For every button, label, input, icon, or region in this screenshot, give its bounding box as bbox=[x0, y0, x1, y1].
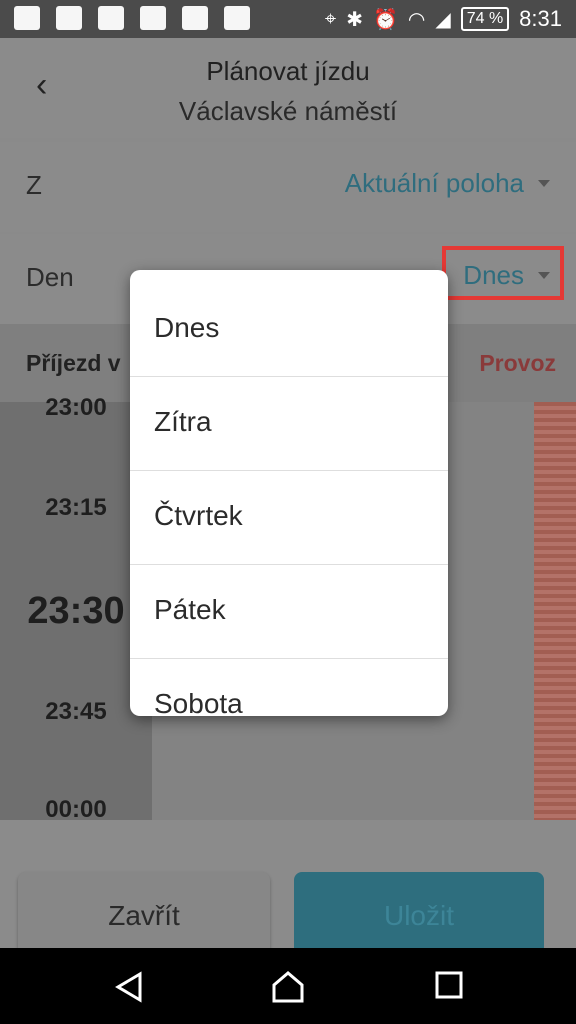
save-button[interactable]: Uložit bbox=[294, 872, 544, 960]
system-nav-bar bbox=[0, 948, 576, 1024]
system-icons: ⌖ ✱ ⏰ ◠ ◢ 74 % 8:31 bbox=[325, 6, 562, 32]
gallery-icon bbox=[140, 6, 166, 30]
dropdown-option[interactable]: Sobota bbox=[130, 658, 448, 716]
dropdown-option[interactable]: Zítra bbox=[130, 376, 448, 471]
battery-icon: 74 % bbox=[460, 7, 510, 31]
option-label: Sobota bbox=[154, 688, 243, 716]
tab-arrival[interactable]: Příjezd v bbox=[26, 350, 121, 377]
wifi-icon: ◠ bbox=[407, 8, 426, 31]
alarm-icon: ⏰ bbox=[372, 8, 398, 31]
app-header: ‹ Plánovat jízdu Václavské náměstí bbox=[0, 38, 576, 138]
option-label: Dnes bbox=[154, 312, 220, 343]
recents-icon[interactable] bbox=[434, 970, 464, 1000]
from-value[interactable]: Aktuální poloha bbox=[345, 168, 524, 199]
chevron-down-icon bbox=[538, 180, 550, 187]
signal-hotspot-icon bbox=[182, 6, 208, 30]
page-title: Plánovat jízdu bbox=[206, 56, 370, 86]
page-subtitle: Václavské náměstí bbox=[178, 96, 398, 126]
info-icon bbox=[224, 6, 250, 30]
bluetooth-icon: ✱ bbox=[346, 8, 363, 31]
from-label: Z bbox=[26, 170, 42, 200]
home-icon[interactable] bbox=[270, 970, 306, 1004]
status-bar: ⌖ ✱ ⏰ ◠ ◢ 74 % 8:31 bbox=[0, 0, 576, 38]
from-row[interactable]: Z Aktuální poloha bbox=[0, 142, 576, 232]
option-label: Pátek bbox=[154, 594, 226, 625]
location-icon: ⌖ bbox=[324, 7, 337, 30]
action-bar: Zavřít Uložit bbox=[0, 820, 576, 960]
dropdown-option[interactable]: Čtvrtek bbox=[130, 470, 448, 565]
day-dropdown[interactable]: Dnes Zítra Čtvrtek Pátek Sobota bbox=[130, 270, 448, 716]
cell-signal-icon: ◢ bbox=[435, 8, 451, 31]
calendar-icon bbox=[98, 6, 124, 30]
option-label: Zítra bbox=[154, 406, 212, 437]
dropdown-option[interactable]: Pátek bbox=[130, 564, 448, 659]
close-button[interactable]: Zavřít bbox=[18, 872, 270, 960]
option-label: Čtvrtek bbox=[154, 500, 243, 531]
message-icon bbox=[14, 6, 40, 30]
day-label: Den bbox=[26, 262, 74, 292]
tab-traffic[interactable]: Provoz bbox=[479, 350, 556, 377]
facebook-icon bbox=[56, 6, 82, 30]
dropdown-option[interactable]: Dnes bbox=[130, 282, 448, 377]
traffic-heat-strip bbox=[534, 402, 576, 820]
clock: 8:31 bbox=[519, 6, 562, 31]
notification-icons bbox=[14, 6, 250, 30]
highlight-box bbox=[442, 246, 564, 300]
back-icon[interactable] bbox=[112, 970, 146, 1004]
